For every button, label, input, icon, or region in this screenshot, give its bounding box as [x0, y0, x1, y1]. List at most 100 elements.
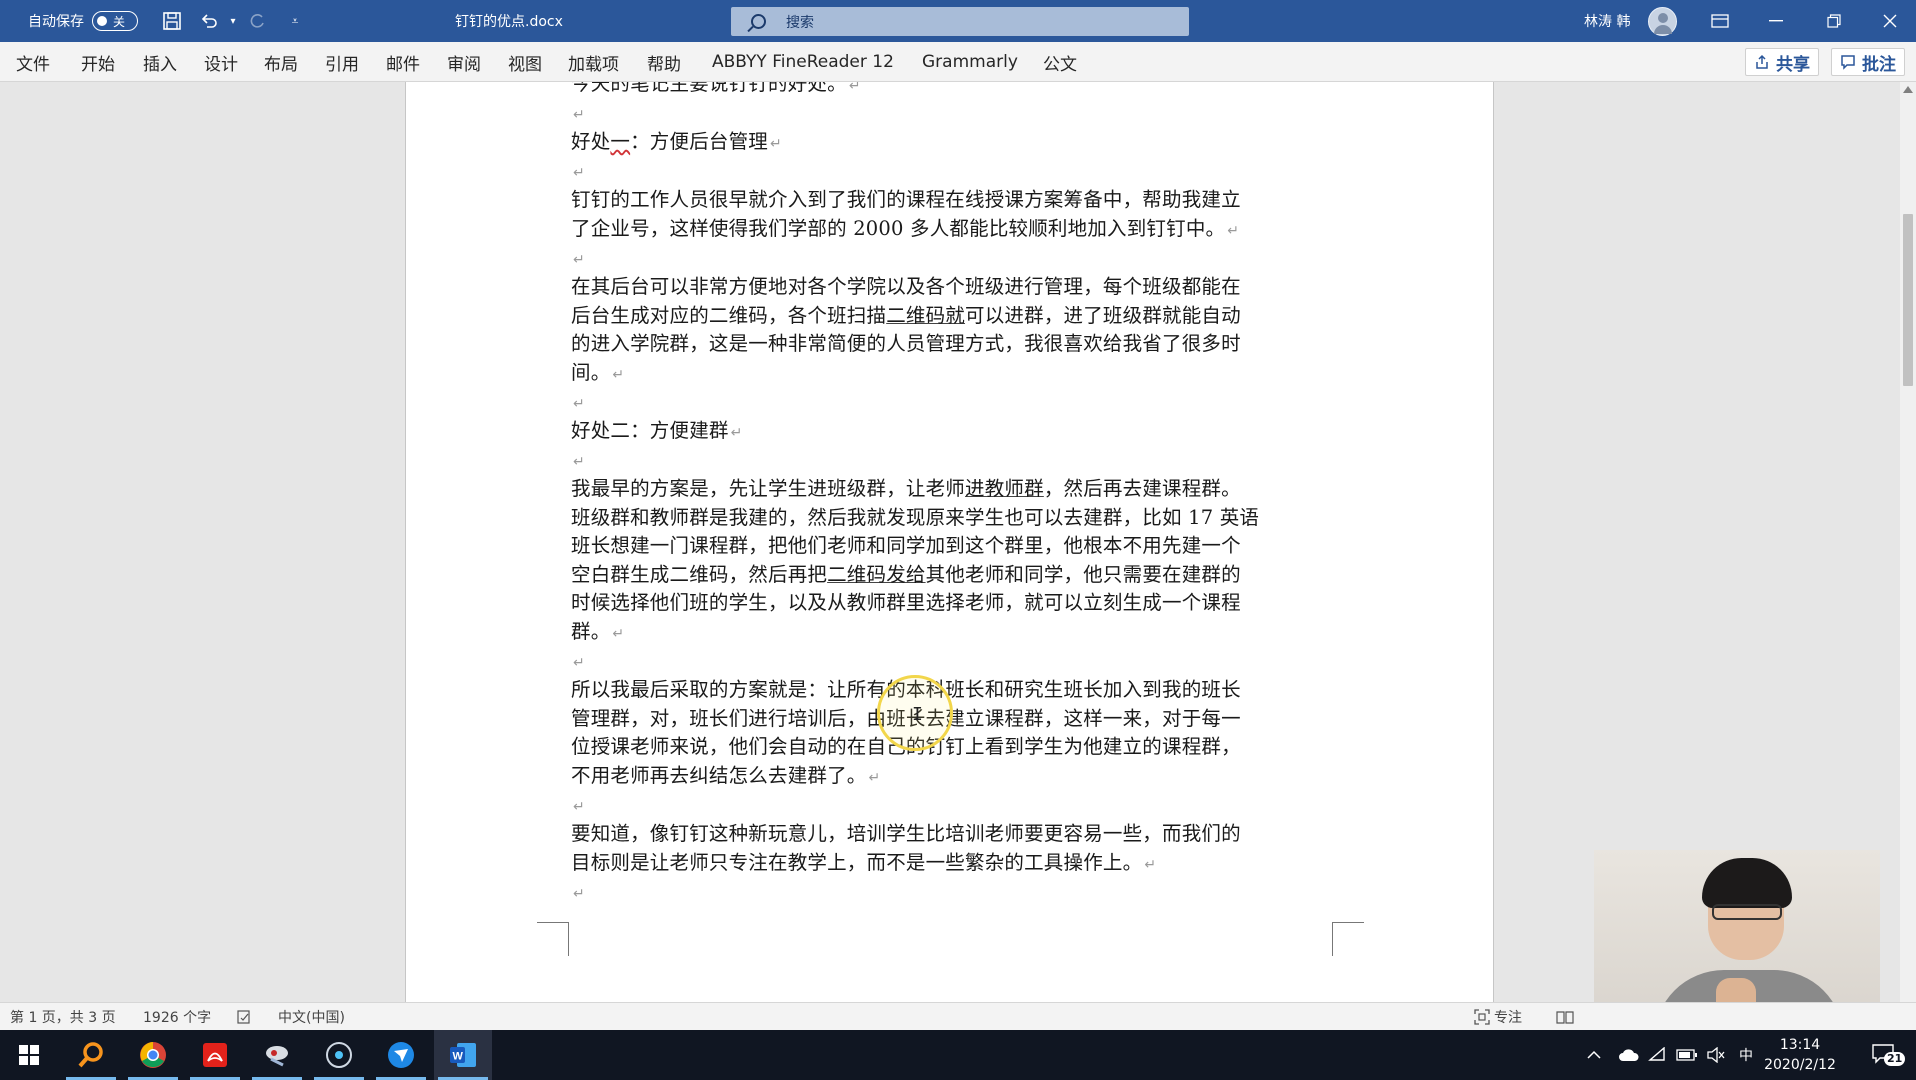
paragraph-line: 我最早的方案是，先让学生进班级群，让老师进教师群，然后再去建课程群。 — [571, 475, 1341, 504]
paragraph-text: 好处 — [571, 130, 611, 153]
ribbon-tabs: 文件 开始 插入 设计 布局 引用 邮件 审阅 视图 加载项 帮助 ABBYY … — [0, 42, 1916, 82]
paragraph-line: 班长想建一门课程群，把他们老师和同学加到这个群里，他根本不用先建一个 — [571, 534, 1241, 558]
empty-paragraph[interactable]: ↵ — [571, 647, 1341, 678]
paragraph-text: ，然后再去建课程群。 — [1043, 477, 1241, 500]
onedrive-icon[interactable] — [1618, 1030, 1640, 1080]
tab-layout[interactable]: 布局 — [264, 42, 298, 82]
empty-paragraph[interactable]: ↵ — [571, 388, 1341, 419]
restore-icon[interactable] — [1806, 0, 1862, 42]
volume-icon[interactable] — [1707, 1030, 1725, 1080]
heading-benefit-one[interactable]: 好处一：方便后台管理 ↵ — [571, 128, 1341, 159]
search-app-icon[interactable] — [62, 1030, 120, 1080]
paragraph-line: 在其后台可以非常方便地对各个学院以及各个班级进行管理，每个班级都能在 — [571, 275, 1241, 298]
tab-file[interactable]: 文件 — [16, 42, 50, 82]
scroll-up-icon[interactable] — [1903, 86, 1913, 93]
empty-paragraph[interactable]: ↵ — [571, 878, 1341, 909]
undo-dropdown-icon[interactable]: ▾ — [222, 11, 244, 31]
webcam-person-hair — [1702, 858, 1792, 908]
search-box[interactable]: 搜索 — [731, 7, 1189, 36]
app-icon[interactable] — [248, 1030, 306, 1080]
proofing-icon[interactable] — [236, 1003, 252, 1031]
ribbon-display-icon[interactable] — [1692, 0, 1748, 42]
undo-icon[interactable] — [198, 11, 220, 31]
empty-paragraph[interactable]: ↵ — [571, 446, 1341, 477]
focus-button[interactable]: 专注 — [1474, 1003, 1522, 1031]
autosave-toggle[interactable]: 关 — [92, 11, 138, 31]
tab-abbyy[interactable]: ABBYY FineReader 12 — [712, 42, 894, 82]
wifi-icon[interactable] — [1648, 1030, 1666, 1080]
comments-button[interactable]: 批注 — [1831, 48, 1905, 76]
document-paragraph[interactable]: 今天的笔记主要说钉钉的好处。 ↵ — [571, 82, 1341, 101]
chrome-icon[interactable] — [124, 1030, 182, 1080]
tab-addins[interactable]: 加载项 — [568, 42, 619, 82]
empty-paragraph[interactable]: ↵ — [571, 244, 1341, 275]
paragraph-line: 后台生成对应的二维码，各个班扫描二维码就可以进群，进了班级群就能自动 — [571, 302, 1341, 331]
underlined-text: 二维码发给 — [827, 562, 926, 586]
tab-help[interactable]: 帮助 — [647, 42, 681, 82]
document-paragraph[interactable]: 钉钉的工作人员很早就介入到了我们的课程在线授课方案筹备中，帮助我建立 了企业号，… — [571, 186, 1341, 245]
word-icon[interactable]: W — [434, 1030, 492, 1080]
spelling-error[interactable]: 一 — [610, 130, 630, 153]
windows-start-icon[interactable] — [0, 1030, 58, 1080]
paragraph-mark: ↵ — [573, 396, 585, 412]
paragraph-line: 钉钉的工作人员很早就介入到了我们的课程在线授课方案筹备中，帮助我建立 — [571, 188, 1241, 211]
vertical-scrollbar[interactable] — [1900, 82, 1916, 1002]
document-paragraph[interactable]: 我最早的方案是，先让学生进班级群，让老师进教师群，然后再去建课程群。 班级群和教… — [571, 475, 1341, 649]
page-info[interactable]: 第 1 页，共 3 页 — [10, 1003, 116, 1031]
underlined-text: 进教师群 — [965, 477, 1044, 500]
clock-time: 13:14 — [1779, 1037, 1821, 1053]
paragraph-text: 间。 — [571, 360, 611, 384]
paragraph-mark: ↵ — [573, 252, 585, 268]
system-clock[interactable]: 13:14 2020/2/12 — [1755, 1035, 1845, 1075]
empty-paragraph[interactable]: ↵ — [571, 791, 1341, 822]
tab-design[interactable]: 设计 — [204, 42, 238, 82]
save-icon[interactable] — [161, 11, 183, 31]
tab-gongwen[interactable]: 公文 — [1043, 42, 1077, 82]
comment-icon — [1841, 55, 1855, 70]
close-icon[interactable] — [1862, 0, 1916, 42]
tray-chevron-icon[interactable] — [1587, 1030, 1601, 1080]
paragraph-mark: ↵ — [573, 165, 585, 181]
tab-references[interactable]: 引用 — [325, 42, 359, 82]
paragraph-mark: ↵ — [730, 425, 743, 441]
language-indicator[interactable]: 中文(中国) — [278, 1003, 345, 1031]
tab-view[interactable]: 视图 — [508, 42, 542, 82]
heading-benefit-two[interactable]: 好处二：方便建群 ↵ — [571, 417, 1341, 448]
tab-grammarly[interactable]: Grammarly — [922, 42, 1018, 82]
tab-mailings[interactable]: 邮件 — [386, 42, 420, 82]
feishu-icon[interactable] — [372, 1030, 430, 1080]
document-paragraph[interactable]: 所以我最后采取的方案就是：让所有的本科班长和研究生班长加入到我的班长 管理群，对… — [571, 676, 1341, 792]
minimize-icon[interactable] — [1748, 0, 1804, 42]
paragraph-mark: ↵ — [573, 454, 585, 470]
circle-app-icon[interactable] — [310, 1030, 368, 1080]
paragraph-line: 管理群，对，班长们进行培训后，由班长去建立课程群，这样一来，对于每一 — [571, 706, 1241, 730]
document-paragraph[interactable]: 在其后台可以非常方便地对各个学院以及各个班级进行管理，每个班级都能在 后台生成对… — [571, 273, 1341, 389]
ime-indicator[interactable]: 中 — [1739, 1030, 1753, 1080]
clock-date: 2020/2/12 — [1764, 1057, 1836, 1073]
tab-insert[interactable]: 插入 — [143, 42, 177, 82]
scroll-thumb[interactable] — [1903, 214, 1913, 386]
avatar[interactable] — [1648, 7, 1677, 36]
empty-paragraph[interactable]: ↵ — [571, 157, 1341, 188]
customize-icon[interactable]: ⩡ — [284, 11, 306, 31]
word-count[interactable]: 1926 个字 — [143, 1003, 211, 1031]
battery-icon[interactable] — [1676, 1030, 1698, 1080]
acrobat-icon[interactable] — [186, 1030, 244, 1080]
empty-paragraph[interactable]: ↵ — [571, 99, 1341, 130]
notification-icon[interactable]: 21 — [1872, 1030, 1906, 1080]
autosave-control[interactable]: 自动保存 关 — [28, 0, 138, 42]
paragraph-mark: ↵ — [573, 886, 585, 902]
tab-home[interactable]: 开始 — [81, 42, 115, 82]
document-page[interactable]: 今天的笔记主要说钉钉的好处。 ↵ ↵ 好处一：方便后台管理 ↵ ↵ 钉钉的工作人员很… — [405, 82, 1494, 1002]
crop-mark-right — [1332, 922, 1364, 956]
tab-review[interactable]: 审阅 — [447, 42, 481, 82]
share-button[interactable]: 共享 — [1745, 48, 1819, 76]
paragraph-text: 可以进群，进了班级群就能自动 — [965, 303, 1241, 327]
user-name[interactable]: 林涛 韩 — [1584, 0, 1630, 42]
read-mode-icon[interactable] — [1556, 1003, 1574, 1031]
redo-icon[interactable] — [246, 11, 268, 31]
paragraph-mark: ↵ — [573, 799, 585, 815]
paragraph-mark: ↵ — [1144, 856, 1157, 873]
document-paragraph[interactable]: 要知道，像钉钉这种新玩意儿，培训学生比培训老师要更容易一些，而我们的 目标则是让… — [571, 820, 1341, 879]
status-bar: 第 1 页，共 3 页 1926 个字 中文(中国) 专注 — [0, 1002, 1916, 1030]
